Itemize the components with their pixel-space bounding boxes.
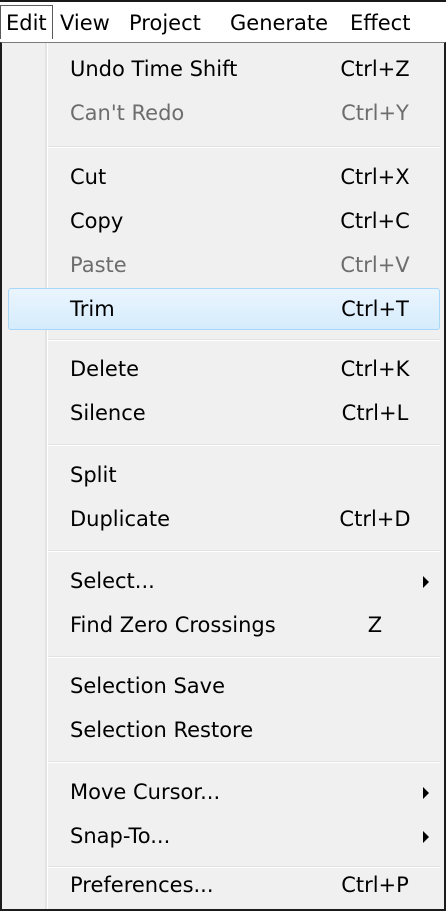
menu-item-selection-save[interactable]: Selection Save [2, 664, 444, 708]
menu-item-silence[interactable]: Silence Ctrl+L [2, 391, 444, 435]
menubar-item-generate[interactable]: Generate [230, 7, 328, 39]
menu-separator [48, 761, 440, 763]
menu-item-delete[interactable]: Delete Ctrl+K [2, 347, 444, 391]
menu-item-shortcut: Ctrl+Y [341, 101, 409, 125]
menubar-item-project[interactable]: Project [129, 7, 201, 39]
edit-menu-dropdown: Undo Time Shift Ctrl+Z Can't Redo Ctrl+Y… [0, 42, 446, 911]
menubar-item-edit[interactable]: Edit [0, 5, 53, 39]
menu-item-label: Selection Restore [70, 718, 254, 742]
menu-item-label: Move Cursor... [70, 780, 221, 804]
menu-item-cut[interactable]: Cut Ctrl+X [2, 155, 444, 199]
menu-item-move-cursor[interactable]: Move Cursor... [2, 770, 444, 814]
submenu-arrow-icon [423, 787, 429, 799]
menu-item-label: Copy [70, 209, 124, 233]
menu-item-find-zero-crossings[interactable]: Find Zero Crossings Z [2, 603, 444, 647]
menu-separator [48, 444, 440, 446]
menubar-item-view[interactable]: View [60, 7, 110, 39]
menu-item-shortcut: Ctrl+V [340, 253, 410, 277]
menu-item-snap-to[interactable]: Snap-To... [2, 814, 444, 858]
menubar-item-effect[interactable]: Effect [350, 7, 410, 39]
menu-separator [48, 339, 440, 341]
menu-item-shortcut: Ctrl+K [340, 357, 410, 381]
menu-item-label: Preferences... [70, 873, 214, 897]
menu-item-label: Find Zero Crossings [70, 613, 276, 637]
menu-item-select[interactable]: Select... [2, 559, 444, 603]
menu-item-label: Silence [70, 401, 146, 425]
menu-item-label: Paste [70, 253, 127, 277]
menu-item-shortcut: Z [367, 613, 383, 637]
menu-item-shortcut: Ctrl+Z [340, 57, 410, 81]
menu-item-label: Can't Redo [70, 101, 185, 125]
menu-item-copy[interactable]: Copy Ctrl+C [2, 199, 444, 243]
submenu-arrow-icon [423, 576, 429, 588]
menu-item-selection-restore[interactable]: Selection Restore [2, 708, 444, 752]
menu-separator [48, 656, 440, 658]
menu-item-shortcut: Ctrl+T [341, 297, 409, 321]
menu-item-shortcut: Ctrl+L [341, 401, 409, 425]
menu-item-label: Delete [70, 357, 139, 381]
menu-item-duplicate[interactable]: Duplicate Ctrl+D [2, 497, 444, 541]
menu-item-undo[interactable]: Undo Time Shift Ctrl+Z [2, 47, 444, 91]
menu-item-paste[interactable]: Paste Ctrl+V [2, 243, 444, 287]
menu-item-redo[interactable]: Can't Redo Ctrl+Y [2, 91, 444, 135]
menu-item-shortcut: Ctrl+D [339, 507, 411, 531]
menu-separator [48, 550, 440, 552]
menu-item-split[interactable]: Split [2, 453, 444, 497]
menu-item-label: Cut [70, 165, 107, 189]
menu-item-label: Trim [70, 297, 115, 321]
menu-item-label: Duplicate [70, 507, 171, 531]
menu-item-label: Undo Time Shift [70, 57, 238, 81]
menu-item-preferences[interactable]: Preferences... Ctrl+P [2, 863, 444, 907]
menu-separator [48, 146, 440, 148]
menu-item-shortcut: Ctrl+X [340, 165, 410, 189]
menu-item-label: Split [70, 463, 117, 487]
menu-item-label: Snap-To... [70, 824, 171, 848]
menu-bar: Edit View Project Generate Effect [0, 0, 446, 44]
menu-item-shortcut: Ctrl+P [341, 873, 409, 897]
menu-item-label: Selection Save [70, 674, 225, 698]
menu-item-trim[interactable]: Trim Ctrl+T [2, 287, 444, 331]
submenu-arrow-icon [423, 831, 429, 843]
menu-item-label: Select... [70, 569, 155, 593]
menu-item-shortcut: Ctrl+C [340, 209, 410, 233]
